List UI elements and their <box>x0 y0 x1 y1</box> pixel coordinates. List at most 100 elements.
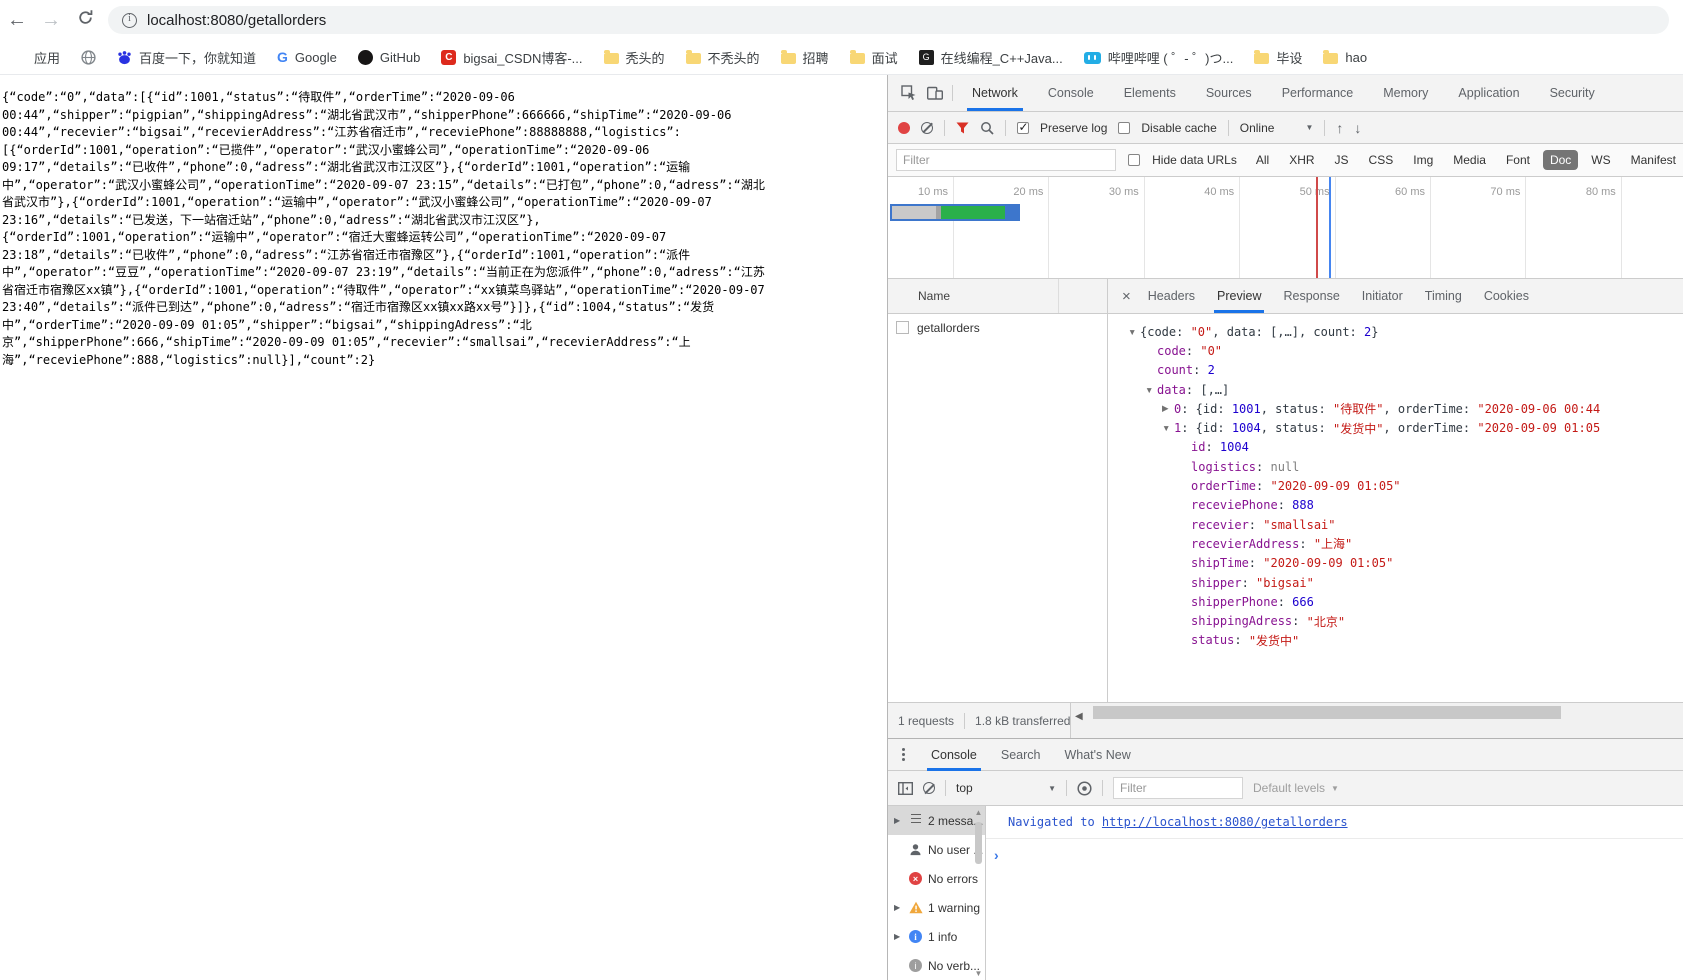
request-row[interactable]: getallorders <box>888 314 1107 341</box>
console-sidebar-item[interactable]: ▶ i 1 info <box>888 922 985 951</box>
bookmark-item[interactable]: hao <box>1323 50 1367 65</box>
expanded-arrow-icon[interactable]: ▼ <box>1145 385 1157 395</box>
url-text[interactable]: localhost:8080/getallorders <box>147 12 326 29</box>
throttling-select[interactable]: Online <box>1240 121 1275 135</box>
preview-tree-row[interactable]: status: "发货中" <box>1108 631 1683 650</box>
preview-tree-row[interactable]: shipper: "bigsai" <box>1108 573 1683 592</box>
devtools-tab-security[interactable]: Security <box>1535 75 1610 111</box>
detail-tab-initiator[interactable]: Initiator <box>1351 279 1414 313</box>
collapsed-arrow-icon[interactable]: ▶ <box>894 932 903 941</box>
bookmark-item[interactable]: 面试 <box>849 48 898 67</box>
inspect-element-icon[interactable] <box>896 80 922 106</box>
console-sidebar-item[interactable]: i No verb... <box>888 951 985 980</box>
log-levels-select[interactable]: Default levels ▼ <box>1253 781 1339 795</box>
execution-context-select[interactable]: top ▼ <box>956 781 1056 795</box>
scroll-down-icon[interactable]: ▼ <box>973 969 984 978</box>
devtools-tab-memory[interactable]: Memory <box>1368 75 1443 111</box>
chevron-down-icon[interactable]: ▼ <box>1305 123 1313 132</box>
refresh-icon[interactable] <box>68 9 102 32</box>
import-har-icon[interactable]: ↑ <box>1336 120 1343 136</box>
name-column-header[interactable]: Name <box>888 279 1108 314</box>
devtools-tab-elements[interactable]: Elements <box>1109 75 1191 111</box>
detail-tab-cookies[interactable]: Cookies <box>1473 279 1540 313</box>
console-sidebar-item[interactable]: No user ... <box>888 835 985 864</box>
live-expression-eye-icon[interactable] <box>1077 780 1092 796</box>
detail-tab-timing[interactable]: Timing <box>1414 279 1473 313</box>
devtools-tab-performance[interactable]: Performance <box>1267 75 1369 111</box>
devtools-tab-application[interactable]: Application <box>1443 75 1534 111</box>
scroll-left-icon[interactable]: ◀ <box>1075 711 1083 722</box>
bookmark-item[interactable]: 秃头的 <box>603 48 665 67</box>
preview-tree-row[interactable]: logistics: null <box>1108 457 1683 476</box>
bookmark-item[interactable]: G Google <box>277 49 337 65</box>
network-timeline[interactable]: 10 ms 20 ms 30 ms 40 ms 50 ms 60 ms 70 ms 80 ms <box>888 177 1683 279</box>
preview-tree-row[interactable]: shipTime: "2020-09-09 01:05" <box>1108 554 1683 573</box>
request-waterfall-bar[interactable] <box>890 204 1020 221</box>
scroll-up-icon[interactable]: ▲ <box>973 808 984 817</box>
clear-icon[interactable] <box>921 121 933 134</box>
filter-pill-manifest[interactable]: Manifest <box>1624 150 1683 170</box>
preserve-log-checkbox[interactable] <box>1017 120 1029 134</box>
filter-pill-img[interactable]: Img <box>1406 150 1440 170</box>
bookmark-item[interactable] <box>81 49 96 65</box>
filter-pill-font[interactable]: Font <box>1499 150 1537 170</box>
preview-tree-row[interactable]: shipperPhone: 666 <box>1108 592 1683 611</box>
detail-tab-response[interactable]: Response <box>1272 279 1350 313</box>
back-icon[interactable]: ← <box>0 9 34 32</box>
preview-tree-row[interactable]: count: 2 <box>1108 361 1683 380</box>
console-sidebar-item[interactable]: ▶ 1 warning <box>888 893 985 922</box>
filter-pill-media[interactable]: Media <box>1446 150 1493 170</box>
filter-pill-xhr[interactable]: XHR <box>1282 150 1321 170</box>
filter-funnel-icon[interactable] <box>956 122 969 134</box>
page-info-icon[interactable] <box>122 12 137 28</box>
bookmark-item[interactable]: Cbigsai_CSDN博客-... <box>441 48 583 67</box>
preview-tree-row[interactable]: recevierAddress: "上海" <box>1108 534 1683 553</box>
bookmark-item[interactable]: G 在线编程_C++Java... <box>918 48 1063 67</box>
device-toolbar-icon[interactable] <box>922 80 948 106</box>
preview-tree-row[interactable]: id: 1004 <box>1108 438 1683 457</box>
collapsed-arrow-icon[interactable]: ▶ <box>1162 403 1174 414</box>
record-icon[interactable] <box>898 121 910 134</box>
console-prompt[interactable]: › <box>986 839 1683 863</box>
preview-tree-row[interactable]: ▼ 1: {id: 1004, status: "发货中", orderTime:… <box>1108 418 1683 437</box>
preview-tree-row[interactable]: receviePhone: 888 <box>1108 496 1683 515</box>
bookmark-item[interactable]: 哔哩哔哩 ( ゜- ゜)つ... <box>1083 48 1233 67</box>
detail-tab-headers[interactable]: Headers <box>1137 279 1206 313</box>
bookmark-item[interactable]: 应用 <box>14 48 60 67</box>
console-filter-input[interactable] <box>1113 777 1243 799</box>
devtools-tab-sources[interactable]: Sources <box>1191 75 1267 111</box>
console-sidebar-toggle-icon[interactable] <box>898 781 913 795</box>
network-filter-input[interactable] <box>896 149 1117 171</box>
filter-pill-doc[interactable]: Doc <box>1542 150 1579 170</box>
preview-tree-row[interactable]: ▼ {code: "0", data: [,…], count: 2} <box>1108 322 1683 341</box>
horizontal-scrollbar[interactable]: ◀ <box>1071 702 1683 738</box>
expanded-arrow-icon[interactable]: ▼ <box>1162 423 1174 433</box>
preview-tree-row[interactable]: orderTime: "2020-09-09 01:05" <box>1108 476 1683 495</box>
preview-tree-row[interactable]: shippingAdress: "北京" <box>1108 611 1683 630</box>
disable-cache-checkbox[interactable] <box>1118 121 1131 134</box>
address-bar[interactable]: localhost:8080/getallorders <box>108 6 1669 34</box>
filter-pill-css[interactable]: CSS <box>1362 150 1401 170</box>
filter-pill-js[interactable]: JS <box>1328 150 1356 170</box>
search-icon[interactable] <box>980 121 994 135</box>
scrollbar-thumb[interactable] <box>1093 706 1561 719</box>
bookmark-item[interactable]: 不秃头的 <box>685 48 760 67</box>
filter-pill-ws[interactable]: WS <box>1584 150 1617 170</box>
devtools-tab-network[interactable]: Network <box>957 75 1033 111</box>
filter-pill-all[interactable]: All <box>1249 150 1276 170</box>
console-sidebar-item[interactable]: ▶ 2 messa... <box>888 806 985 835</box>
close-icon[interactable]: × <box>1122 288 1131 305</box>
preview-tree-row[interactable]: code: "0" <box>1108 341 1683 360</box>
devtools-tab-console[interactable]: Console <box>1033 75 1109 111</box>
console-tab-search[interactable]: Search <box>989 739 1053 771</box>
forward-icon[interactable]: → <box>34 9 68 32</box>
preview-tree-row[interactable]: ▼ data: [,…] <box>1108 380 1683 399</box>
bookmark-item[interactable]: 百度一下，你就知道 <box>117 48 256 67</box>
hide-data-urls-checkbox[interactable] <box>1128 154 1141 166</box>
expanded-arrow-icon[interactable]: ▼ <box>1128 327 1140 337</box>
preview-tree-row[interactable]: recevier: "smallsai" <box>1108 515 1683 534</box>
more-options-icon[interactable] <box>902 748 905 751</box>
clear-console-icon[interactable] <box>923 782 935 794</box>
sidebar-scrollbar[interactable]: ▲ ▼ <box>973 808 984 978</box>
collapsed-arrow-icon[interactable]: ▶ <box>894 903 903 912</box>
